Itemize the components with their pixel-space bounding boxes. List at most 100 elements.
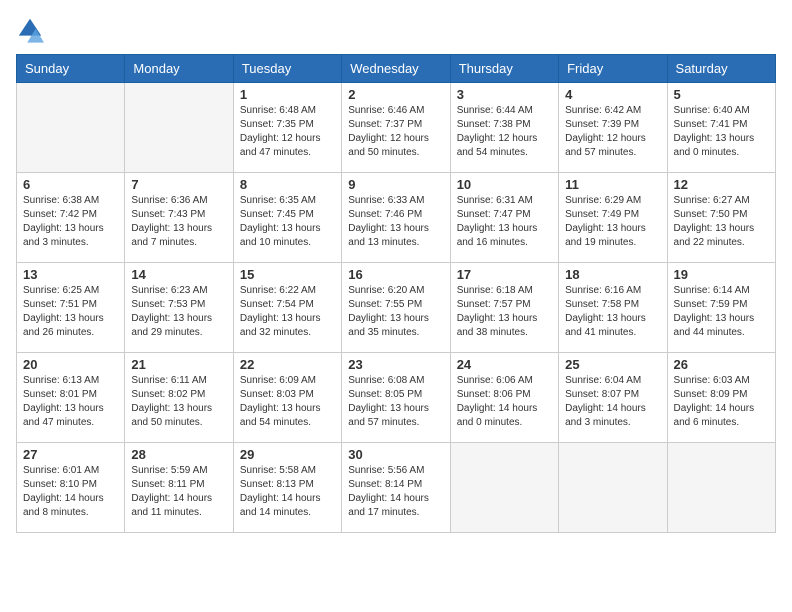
day-number: 20	[23, 357, 118, 372]
day-number: 11	[565, 177, 660, 192]
calendar-cell: 8Sunrise: 6:35 AM Sunset: 7:45 PM Daylig…	[233, 173, 341, 263]
day-info: Sunrise: 6:16 AM Sunset: 7:58 PM Dayligh…	[565, 284, 660, 340]
calendar-cell	[559, 443, 667, 533]
calendar-table: SundayMondayTuesdayWednesdayThursdayFrid…	[16, 54, 776, 533]
calendar-cell: 23Sunrise: 6:08 AM Sunset: 8:05 PM Dayli…	[342, 353, 450, 443]
day-info: Sunrise: 6:25 AM Sunset: 7:51 PM Dayligh…	[23, 284, 118, 340]
day-info: Sunrise: 6:14 AM Sunset: 7:59 PM Dayligh…	[674, 284, 769, 340]
calendar-cell: 7Sunrise: 6:36 AM Sunset: 7:43 PM Daylig…	[125, 173, 233, 263]
weekday-header-saturday: Saturday	[667, 55, 775, 83]
calendar-cell: 26 Sunrise: 6:03 AM Sunset: 8:09 PM Dayli…	[667, 353, 775, 443]
day-info: Sunrise: 5:59 AM Sunset: 8:11 PM Dayligh…	[131, 464, 226, 520]
logo-icon	[16, 16, 44, 44]
calendar-cell: 29 Sunrise: 5:58 AM Sunset: 8:13 PM Dayli…	[233, 443, 341, 533]
day-info: Sunrise: 6:06 AM Sunset: 8:06 PM Dayligh…	[457, 374, 552, 430]
day-info: Sunrise: 6:22 AM Sunset: 7:54 PM Dayligh…	[240, 284, 335, 340]
day-info: Sunrise: 6:27 AM Sunset: 7:50 PM Dayligh…	[674, 194, 769, 250]
day-number: 2	[348, 87, 443, 102]
day-info: Sunrise: 6:40 AM Sunset: 7:41 PM Dayligh…	[674, 104, 769, 160]
calendar-cell: 30 Sunrise: 5:56 AM Sunset: 8:14 PM Dayli…	[342, 443, 450, 533]
calendar-cell: 17 Sunrise: 6:18 AM Sunset: 7:57 PM Dayli…	[450, 263, 558, 353]
day-info: Sunrise: 6:23 AM Sunset: 7:53 PM Dayligh…	[131, 284, 226, 340]
day-info: Sunrise: 5:56 AM Sunset: 8:14 PM Dayligh…	[348, 464, 443, 520]
day-info: Sunrise: 6:04 AM Sunset: 8:07 PM Dayligh…	[565, 374, 660, 430]
day-info: Sunrise: 6:31 AM Sunset: 7:47 PM Dayligh…	[457, 194, 552, 250]
calendar-cell: 9Sunrise: 6:33 AM Sunset: 7:46 PM Daylig…	[342, 173, 450, 263]
calendar-cell	[450, 443, 558, 533]
day-number: 28	[131, 447, 226, 462]
header	[16, 16, 776, 44]
calendar-cell: 3 Sunrise: 6:44 AM Sunset: 7:38 PM Daylig…	[450, 83, 558, 173]
calendar-cell	[125, 83, 233, 173]
calendar-cell: 21Sunrise: 6:11 AM Sunset: 8:02 PM Dayli…	[125, 353, 233, 443]
day-info: Sunrise: 6:36 AM Sunset: 7:43 PM Dayligh…	[131, 194, 226, 250]
calendar-cell: 16Sunrise: 6:20 AM Sunset: 7:55 PM Dayli…	[342, 263, 450, 353]
calendar-cell: 1 Sunrise: 6:48 AM Sunset: 7:35 PM Daylig…	[233, 83, 341, 173]
calendar-cell: 6 Sunrise: 6:38 AM Sunset: 7:42 PM Daylig…	[17, 173, 125, 263]
day-number: 13	[23, 267, 118, 282]
day-number: 6	[23, 177, 118, 192]
calendar-cell	[667, 443, 775, 533]
day-number: 4	[565, 87, 660, 102]
weekday-header-thursday: Thursday	[450, 55, 558, 83]
calendar-cell: 10 Sunrise: 6:31 AM Sunset: 7:47 PM Dayli…	[450, 173, 558, 263]
day-info: Sunrise: 6:01 AM Sunset: 8:10 PM Dayligh…	[23, 464, 118, 520]
day-info: Sunrise: 6:03 AM Sunset: 8:09 PM Dayligh…	[674, 374, 769, 430]
weekday-header-friday: Friday	[559, 55, 667, 83]
calendar-cell: 14 Sunrise: 6:23 AM Sunset: 7:53 PM Dayli…	[125, 263, 233, 353]
weekday-header-tuesday: Tuesday	[233, 55, 341, 83]
day-number: 14	[131, 267, 226, 282]
day-number: 8	[240, 177, 335, 192]
calendar-cell	[17, 83, 125, 173]
weekday-header-monday: Monday	[125, 55, 233, 83]
calendar-cell: 28 Sunrise: 5:59 AM Sunset: 8:11 PM Dayli…	[125, 443, 233, 533]
day-number: 9	[348, 177, 443, 192]
day-info: Sunrise: 6:42 AM Sunset: 7:39 PM Dayligh…	[565, 104, 660, 160]
calendar-cell: 19Sunrise: 6:14 AM Sunset: 7:59 PM Dayli…	[667, 263, 775, 353]
day-info: Sunrise: 6:13 AM Sunset: 8:01 PM Dayligh…	[23, 374, 118, 430]
weekday-header-sunday: Sunday	[17, 55, 125, 83]
calendar-cell: 4 Sunrise: 6:42 AM Sunset: 7:39 PM Daylig…	[559, 83, 667, 173]
day-number: 25	[565, 357, 660, 372]
day-info: Sunrise: 6:08 AM Sunset: 8:05 PM Dayligh…	[348, 374, 443, 430]
day-info: Sunrise: 6:20 AM Sunset: 7:55 PM Dayligh…	[348, 284, 443, 340]
calendar-week-row: 20 Sunrise: 6:13 AM Sunset: 8:01 PM Dayli…	[17, 353, 776, 443]
day-number: 12	[674, 177, 769, 192]
day-number: 1	[240, 87, 335, 102]
day-info: Sunrise: 6:38 AM Sunset: 7:42 PM Dayligh…	[23, 194, 118, 250]
day-number: 17	[457, 267, 552, 282]
calendar-cell: 11 Sunrise: 6:29 AM Sunset: 7:49 PM Dayli…	[559, 173, 667, 263]
day-info: Sunrise: 6:44 AM Sunset: 7:38 PM Dayligh…	[457, 104, 552, 160]
calendar-week-row: 6 Sunrise: 6:38 AM Sunset: 7:42 PM Daylig…	[17, 173, 776, 263]
calendar-week-row: 13 Sunrise: 6:25 AM Sunset: 7:51 PM Dayli…	[17, 263, 776, 353]
day-number: 18	[565, 267, 660, 282]
weekday-header-row: SundayMondayTuesdayWednesdayThursdayFrid…	[17, 55, 776, 83]
day-number: 30	[348, 447, 443, 462]
day-info: Sunrise: 5:58 AM Sunset: 8:13 PM Dayligh…	[240, 464, 335, 520]
calendar-cell: 25 Sunrise: 6:04 AM Sunset: 8:07 PM Dayli…	[559, 353, 667, 443]
day-number: 24	[457, 357, 552, 372]
calendar-cell: 15 Sunrise: 6:22 AM Sunset: 7:54 PM Dayli…	[233, 263, 341, 353]
calendar-cell: 20 Sunrise: 6:13 AM Sunset: 8:01 PM Dayli…	[17, 353, 125, 443]
day-info: Sunrise: 6:29 AM Sunset: 7:49 PM Dayligh…	[565, 194, 660, 250]
day-number: 27	[23, 447, 118, 462]
calendar-week-row: 27 Sunrise: 6:01 AM Sunset: 8:10 PM Dayli…	[17, 443, 776, 533]
day-number: 26	[674, 357, 769, 372]
calendar-cell: 12 Sunrise: 6:27 AM Sunset: 7:50 PM Dayli…	[667, 173, 775, 263]
day-number: 15	[240, 267, 335, 282]
calendar-week-row: 1 Sunrise: 6:48 AM Sunset: 7:35 PM Daylig…	[17, 83, 776, 173]
day-number: 10	[457, 177, 552, 192]
day-info: Sunrise: 6:18 AM Sunset: 7:57 PM Dayligh…	[457, 284, 552, 340]
calendar-cell: 18 Sunrise: 6:16 AM Sunset: 7:58 PM Dayli…	[559, 263, 667, 353]
calendar-cell: 22 Sunrise: 6:09 AM Sunset: 8:03 PM Dayli…	[233, 353, 341, 443]
day-info: Sunrise: 6:11 AM Sunset: 8:02 PM Dayligh…	[131, 374, 226, 430]
day-number: 29	[240, 447, 335, 462]
day-info: Sunrise: 6:09 AM Sunset: 8:03 PM Dayligh…	[240, 374, 335, 430]
calendar-cell: 24 Sunrise: 6:06 AM Sunset: 8:06 PM Dayli…	[450, 353, 558, 443]
day-number: 3	[457, 87, 552, 102]
calendar-cell: 5Sunrise: 6:40 AM Sunset: 7:41 PM Daylig…	[667, 83, 775, 173]
calendar-cell: 2Sunrise: 6:46 AM Sunset: 7:37 PM Daylig…	[342, 83, 450, 173]
weekday-header-wednesday: Wednesday	[342, 55, 450, 83]
day-info: Sunrise: 6:48 AM Sunset: 7:35 PM Dayligh…	[240, 104, 335, 160]
day-number: 22	[240, 357, 335, 372]
